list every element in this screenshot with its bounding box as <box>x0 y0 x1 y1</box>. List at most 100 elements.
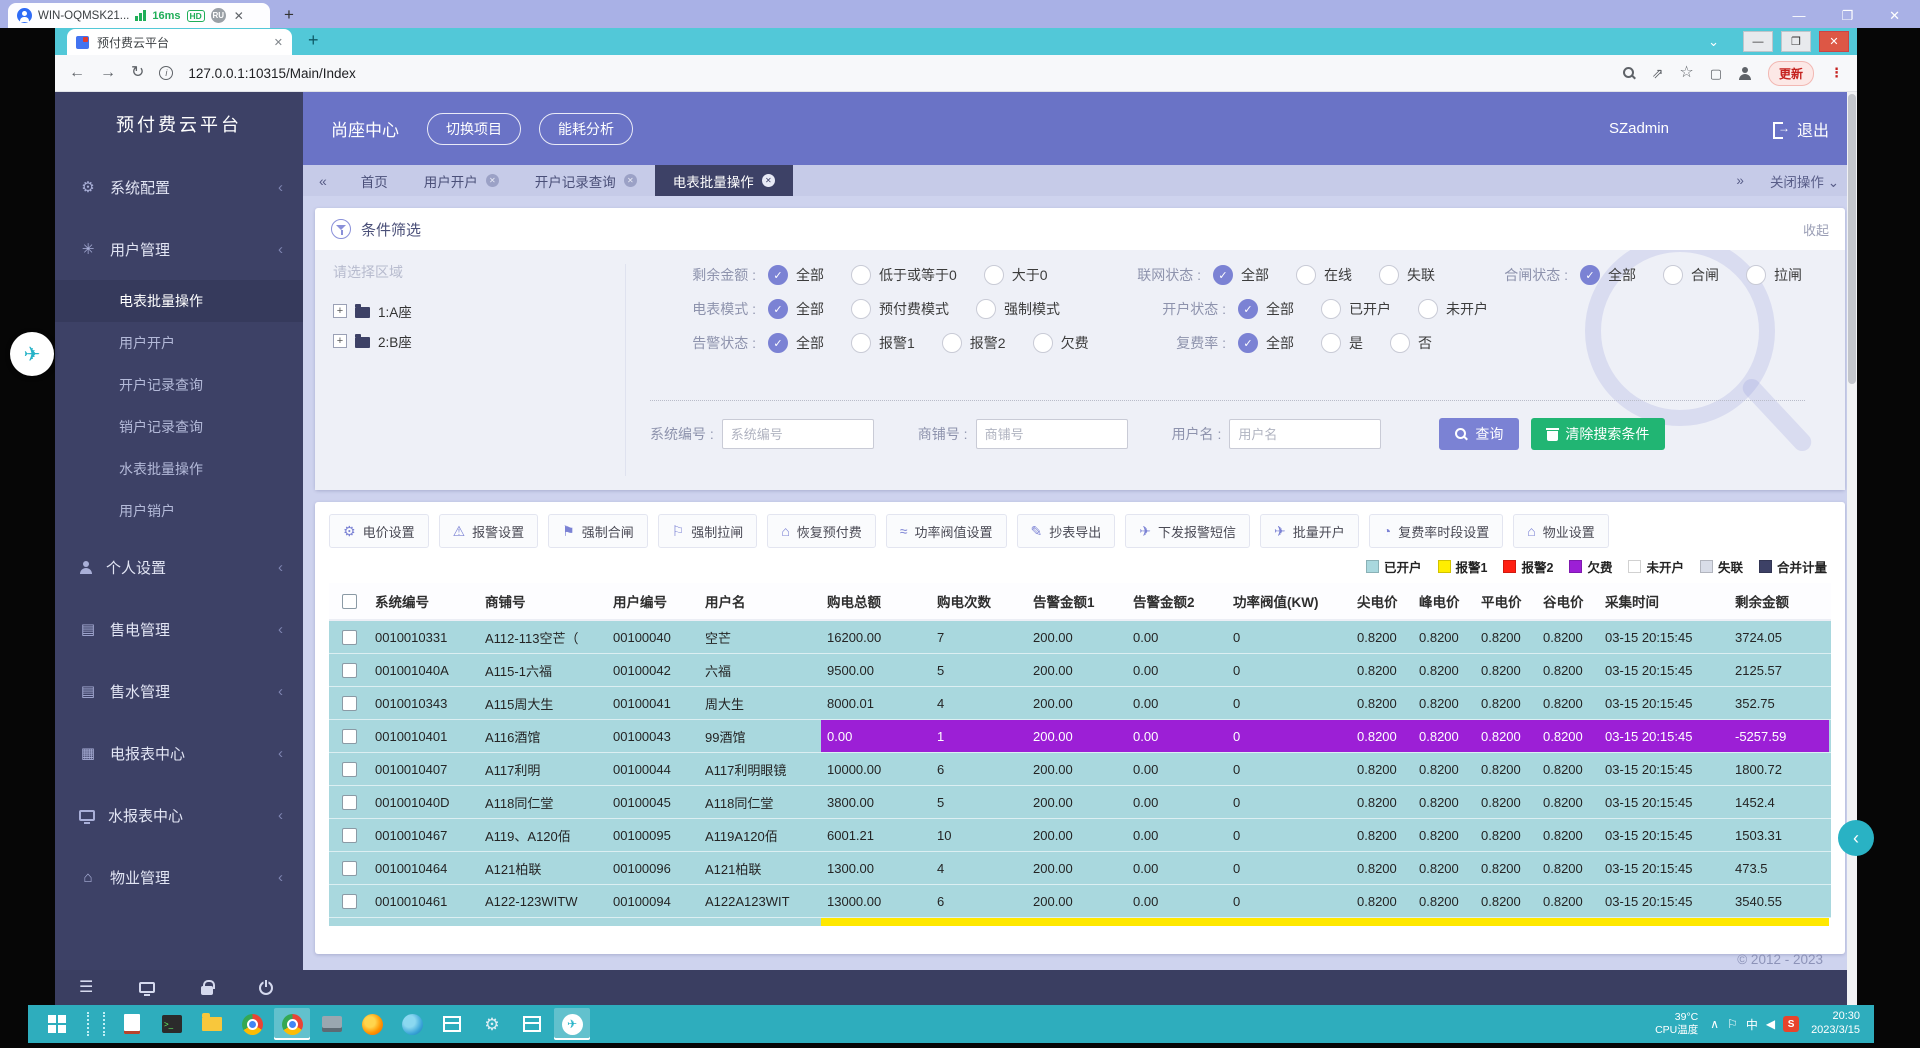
sidebar-item-水报表中心[interactable]: 水报表中心‹ <box>55 784 303 846</box>
radio-option-全部[interactable]: ✓全部 <box>1580 265 1636 285</box>
sidebar-item-系统配置[interactable]: ⚙系统配置‹ <box>55 156 303 218</box>
radio-option-全部[interactable]: ✓全部 <box>768 333 824 353</box>
radio-option-全部[interactable]: ✓全部 <box>768 265 824 285</box>
browser-tab-close-icon[interactable]: ✕ <box>274 36 283 49</box>
radio-checked-icon[interactable]: ✓ <box>1213 265 1233 285</box>
tabs-scroll-left-icon[interactable]: « <box>303 165 343 196</box>
menu-icon[interactable]: ☰ <box>79 980 93 996</box>
remote-tool-floating-badge[interactable]: ✈ <box>10 332 54 376</box>
radio-checked-icon[interactable]: ✓ <box>1238 333 1258 353</box>
bookmark-star-icon[interactable]: ☆ <box>1679 65 1693 81</box>
column-header-尖电价[interactable]: 尖电价 <box>1351 583 1413 619</box>
column-header-剩余金额[interactable]: 剩余金额 <box>1729 583 1829 619</box>
radio-checked-icon[interactable]: ✓ <box>768 265 788 285</box>
remote-new-tab-button[interactable]: + <box>284 5 294 25</box>
radio-checked-icon[interactable]: ✓ <box>1238 299 1258 319</box>
taskbar-clock[interactable]: 20:30 2023/3/15 <box>1811 1010 1860 1038</box>
page-scrollbar[interactable] <box>1847 92 1857 1005</box>
row-checkbox[interactable] <box>342 795 357 810</box>
radio-icon[interactable] <box>1663 265 1683 285</box>
row-checkbox[interactable] <box>342 729 357 744</box>
taskbar-app-globe[interactable] <box>394 1008 430 1040</box>
radio-option-未开户[interactable]: 未开户 <box>1418 299 1488 319</box>
column-header-告警金额2[interactable]: 告警金额2 <box>1127 583 1227 619</box>
radio-option-大于0[interactable]: 大于0 <box>984 265 1048 285</box>
tab-开户记录查询[interactable]: 开户记录查询✕ <box>517 165 655 196</box>
radio-checked-icon[interactable]: ✓ <box>768 333 788 353</box>
row-checkbox[interactable] <box>342 762 357 777</box>
taskbar-app-window2[interactable] <box>514 1008 550 1040</box>
lock-icon[interactable] <box>201 986 213 995</box>
remote-session-tab[interactable]: WIN-OQMSK21... 16ms HD RU ✕ <box>8 3 270 28</box>
radio-icon[interactable] <box>1746 265 1766 285</box>
outer-close-icon[interactable]: ✕ <box>1889 9 1900 22</box>
radio-icon[interactable] <box>942 333 962 353</box>
input-商铺号[interactable] <box>976 419 1128 449</box>
radio-checked-icon[interactable]: ✓ <box>768 299 788 319</box>
row-checkbox[interactable] <box>342 828 357 843</box>
tab-close-icon[interactable]: ✕ <box>762 174 775 187</box>
back-icon[interactable]: ← <box>69 65 85 81</box>
radio-option-全部[interactable]: ✓全部 <box>768 299 824 319</box>
radio-option-是[interactable]: 是 <box>1321 333 1363 353</box>
column-header-用户编号[interactable]: 用户编号 <box>607 583 699 619</box>
cpu-temp-widget[interactable]: 39°C CPU温度 <box>1655 1011 1698 1036</box>
tab-close-icon[interactable]: ✕ <box>486 174 499 187</box>
site-info-icon[interactable]: i <box>159 66 173 80</box>
sidebar-subitem-开户记录查询[interactable]: 开户记录查询 <box>55 364 303 406</box>
forward-icon[interactable]: → <box>100 65 116 81</box>
radio-icon[interactable] <box>1033 333 1053 353</box>
taskbar-app-vm[interactable] <box>314 1008 350 1040</box>
reload-icon[interactable]: ↻ <box>131 65 144 81</box>
expand-plus-icon[interactable]: + <box>333 304 347 318</box>
radio-icon[interactable] <box>851 299 871 319</box>
toolbar-button-电价设置[interactable]: ⚙电价设置 <box>329 514 429 548</box>
sidebar-item-售水管理[interactable]: ▤售水管理‹ <box>55 660 303 722</box>
sidebar-item-用户管理[interactable]: ✳用户管理‹ <box>55 218 303 280</box>
column-header-商铺号[interactable]: 商铺号 <box>479 583 607 619</box>
side-panel-toggle[interactable]: ‹ <box>1838 820 1874 856</box>
radio-icon[interactable] <box>851 333 871 353</box>
radio-checked-icon[interactable]: ✓ <box>1580 265 1600 285</box>
radio-icon[interactable] <box>1321 299 1341 319</box>
scrollbar-thumb[interactable] <box>1848 94 1856 384</box>
outer-maximize-icon[interactable]: ❐ <box>1841 9 1853 22</box>
start-button[interactable] <box>36 1005 78 1043</box>
toolbar-button-强制合闸[interactable]: ⚑强制合闸 <box>548 514 648 548</box>
radio-option-报警2[interactable]: 报警2 <box>942 333 1006 353</box>
sidebar-subitem-用户开户[interactable]: 用户开户 <box>55 322 303 364</box>
radio-icon[interactable] <box>1390 333 1410 353</box>
close-operations-dropdown[interactable]: 关闭操作 ⌄ <box>1770 171 1839 191</box>
column-header-峰电价[interactable]: 峰电价 <box>1413 583 1475 619</box>
column-header-告警金额1[interactable]: 告警金额1 <box>1027 583 1127 619</box>
radio-option-合闸[interactable]: 合闸 <box>1663 265 1719 285</box>
tree-node-2:B座[interactable]: +2:B座 <box>333 326 613 356</box>
radio-option-在线[interactable]: 在线 <box>1296 265 1352 285</box>
radio-option-已开户[interactable]: 已开户 <box>1321 299 1391 319</box>
toolbar-button-抄表导出[interactable]: ✎抄表导出 <box>1017 514 1116 548</box>
radio-option-失联[interactable]: 失联 <box>1379 265 1435 285</box>
tab-首页[interactable]: 首页 <box>343 165 406 196</box>
radio-option-预付费模式[interactable]: 预付费模式 <box>851 299 949 319</box>
taskbar-app-todesk[interactable]: ✈ <box>554 1008 590 1040</box>
sidebar-item-个人设置[interactable]: 个人设置‹ <box>55 536 303 598</box>
radio-option-欠费[interactable]: 欠费 <box>1033 333 1089 353</box>
taskbar-app-folder[interactable] <box>194 1008 230 1040</box>
sidebar-item-售电管理[interactable]: ▤售电管理‹ <box>55 598 303 660</box>
taskbar-app-chrome-active[interactable] <box>274 1008 310 1040</box>
radio-icon[interactable] <box>1418 299 1438 319</box>
flag-icon[interactable]: ⚐ <box>1727 1017 1738 1031</box>
browser-tab[interactable]: 预付费云平台 ✕ <box>67 29 292 55</box>
sidebar-item-物业管理[interactable]: ⌂物业管理‹ <box>55 846 303 908</box>
row-checkbox[interactable] <box>342 861 357 876</box>
browser-maximize-button[interactable]: ❐ <box>1781 31 1811 52</box>
tab-用户开户[interactable]: 用户开户✕ <box>406 165 517 196</box>
outer-minimize-icon[interactable]: — <box>1792 9 1805 22</box>
taskbar-app-firefox[interactable] <box>354 1008 390 1040</box>
toolbar-button-报警设置[interactable]: ⚠报警设置 <box>439 514 539 548</box>
browser-close-button[interactable]: ✕ <box>1819 31 1849 52</box>
input-系统编号[interactable] <box>722 419 874 449</box>
column-header-功率阀值(KW)[interactable]: 功率阀值(KW) <box>1227 583 1351 619</box>
radio-icon[interactable] <box>851 265 871 285</box>
radio-option-全部[interactable]: ✓全部 <box>1238 333 1294 353</box>
